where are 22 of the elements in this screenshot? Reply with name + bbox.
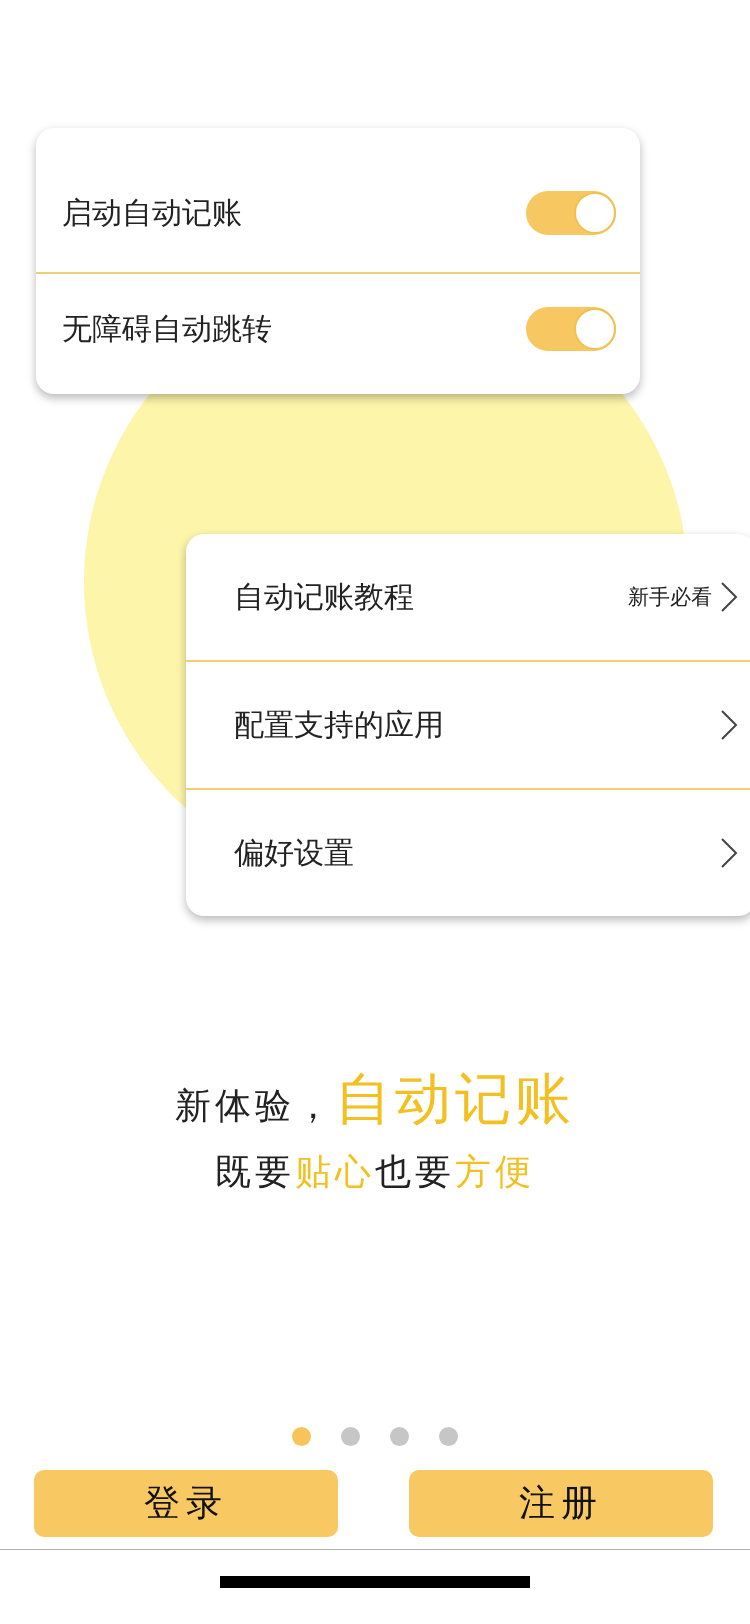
page-dot[interactable] xyxy=(390,1427,409,1446)
menu-item[interactable]: 偏好设置 xyxy=(186,790,750,916)
setting-label: 无障碍自动跳转 xyxy=(62,309,272,348)
menu-label: 配置支持的应用 xyxy=(234,705,444,744)
setting-label: 启动自动记账 xyxy=(62,193,242,232)
page-dot[interactable] xyxy=(439,1427,458,1446)
menu-hint: 新手必看 xyxy=(628,584,712,611)
menu-label: 偏好设置 xyxy=(234,833,354,872)
chevron-right-icon xyxy=(720,837,738,869)
toggle-switch[interactable] xyxy=(526,307,616,351)
headline: 新体验，自动记账 xyxy=(175,1065,575,1133)
menu-label: 自动记账教程 xyxy=(234,577,414,616)
menu-item[interactable]: 配置支持的应用 xyxy=(186,662,750,790)
menu-item[interactable]: 自动记账教程 新手必看 xyxy=(186,534,750,662)
login-button[interactable]: 登录 xyxy=(34,1470,338,1537)
page-dot[interactable] xyxy=(341,1427,360,1446)
toggle-switch[interactable] xyxy=(526,191,616,235)
chevron-right-icon xyxy=(720,581,738,613)
subheadline: 既要贴心也要方便 xyxy=(215,1150,535,1194)
chevron-right-icon xyxy=(720,709,738,741)
register-button[interactable]: 注册 xyxy=(409,1470,713,1537)
page-dot[interactable] xyxy=(292,1427,311,1446)
